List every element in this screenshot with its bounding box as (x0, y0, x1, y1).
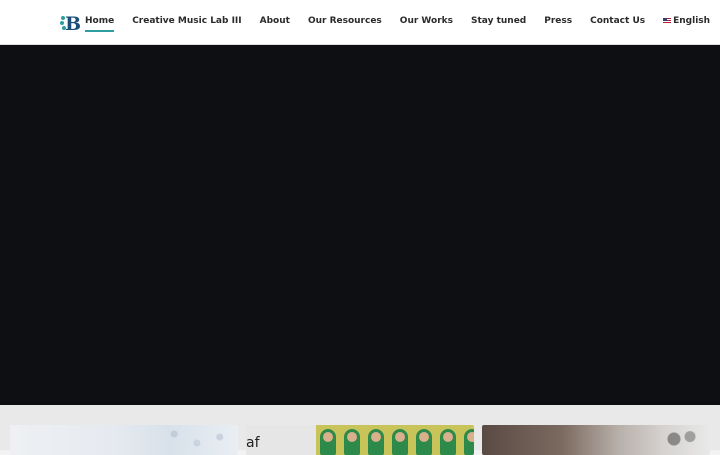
b-logo-icon[interactable]: B (58, 10, 82, 34)
nav-contact-us[interactable]: Contact Us (590, 16, 645, 28)
person-figure (368, 429, 384, 455)
language-selector[interactable]: English (663, 16, 710, 28)
nav-press[interactable]: Press (544, 16, 572, 28)
cards-strip: af (0, 405, 720, 455)
card-3-image[interactable] (482, 425, 710, 455)
person-figure (344, 429, 360, 455)
person-figure (416, 429, 432, 455)
card-1-image[interactable] (10, 425, 238, 455)
us-flag-icon (663, 17, 672, 24)
svg-text:B: B (65, 13, 81, 34)
hero-video-area[interactable] (0, 45, 720, 405)
nav-home[interactable]: Home (85, 16, 115, 32)
person-figure (464, 429, 474, 455)
nav-our-resources[interactable]: Our Resources (308, 16, 382, 28)
top-navigation-bar: B Home Creative Music Lab III About Our … (0, 0, 720, 45)
nav-about[interactable]: About (260, 16, 290, 28)
person-figure (392, 429, 408, 455)
nav-stay-tuned[interactable]: Stay tuned (471, 16, 526, 28)
card-2-group-photo (316, 425, 474, 455)
card-2-text: af (246, 435, 260, 451)
main-nav: Home Creative Music Lab III About Our Re… (85, 0, 710, 44)
person-figure (440, 429, 456, 455)
nav-our-works[interactable]: Our Works (400, 16, 453, 28)
person-figure (320, 429, 336, 455)
nav-creative-music-lab-iii[interactable]: Creative Music Lab III (132, 16, 241, 28)
language-label: English (673, 16, 711, 26)
card-2-image[interactable]: af (246, 425, 474, 455)
